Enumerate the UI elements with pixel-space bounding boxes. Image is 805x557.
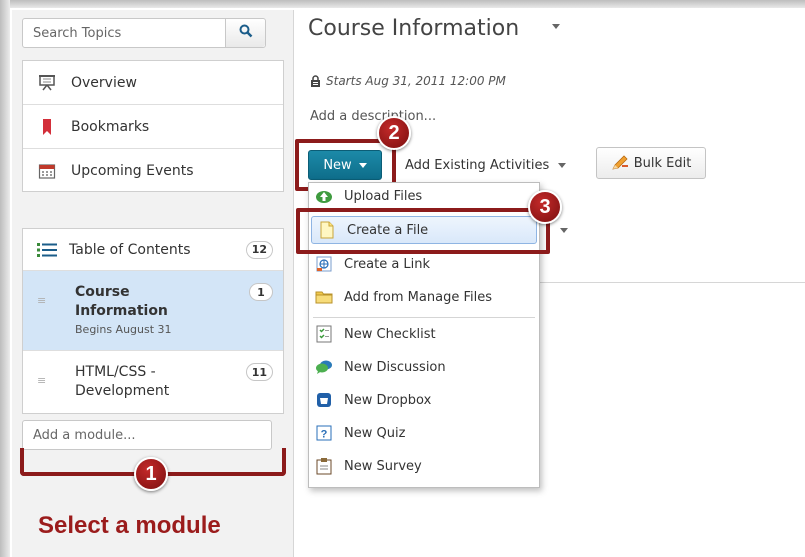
step-2-marker: 2 (377, 116, 411, 150)
search-box (22, 18, 266, 48)
menu-item-create-a-link[interactable]: Create a Link (309, 250, 539, 278)
menu-item-new-quiz[interactable]: ? New Quiz (309, 419, 539, 447)
add-description-link[interactable]: Add a description... (310, 109, 436, 124)
drag-handle-icon[interactable]: ≡ (37, 295, 46, 306)
discussion-icon (313, 356, 335, 378)
checklist-icon (313, 323, 335, 345)
start-date: Starts Aug 31, 2011 12:00 PM (310, 74, 506, 88)
menu-separator (313, 317, 535, 318)
page-title: Course Information (308, 16, 520, 41)
menu-item-add-from-manage-files[interactable]: Add from Manage Files (309, 283, 539, 311)
sidebar-item-upcoming-events[interactable]: Upcoming Events (23, 149, 283, 193)
menu-item-new-dropbox[interactable]: New Dropbox (309, 386, 539, 414)
drag-handle-icon[interactable]: ≡ (37, 375, 46, 386)
sidebar-item-label: Upcoming Events (71, 163, 194, 179)
menu-item-label: Create a Link (344, 256, 431, 272)
toc-label: Table of Contents (69, 241, 191, 258)
add-existing-activities-button[interactable]: Add Existing Activities (398, 150, 588, 180)
module-subtitle: Begins August 31 (75, 323, 172, 336)
menu-item-label: New Discussion (344, 359, 446, 375)
sidebar-item-label: Bookmarks (71, 118, 150, 135)
menu-item-label: New Quiz (344, 425, 406, 441)
module-title: HTML/CSS - Development (75, 364, 170, 399)
callout-box-step-3 (296, 208, 550, 254)
chevron-down-icon (558, 162, 567, 168)
start-date-text: Starts Aug 31, 2011 12:00 PM (326, 74, 506, 88)
module-count-badge: 11 (245, 363, 273, 381)
menu-item-new-survey[interactable]: New Survey (309, 452, 539, 480)
overview-icon (37, 73, 57, 93)
survey-icon (313, 455, 335, 477)
search-icon (239, 24, 253, 42)
menu-item-label: New Survey (344, 458, 422, 474)
menu-item-new-checklist[interactable]: New Checklist (309, 320, 539, 348)
window-frame-left (0, 0, 10, 557)
upload-icon (313, 185, 335, 207)
pencil-icon (611, 155, 629, 171)
add-existing-label: Add Existing Activities (405, 157, 550, 173)
add-module-input[interactable] (22, 420, 272, 450)
quiz-icon: ? (313, 422, 335, 444)
calendar-icon (37, 161, 57, 181)
bulk-edit-label: Bulk Edit (633, 155, 692, 171)
lock-icon (310, 75, 321, 87)
step-3-marker: 3 (528, 190, 562, 224)
link-icon (313, 253, 335, 275)
svg-text:?: ? (321, 429, 328, 441)
folder-icon (313, 286, 335, 308)
nav-panel: Overview Bookmarks Upcoming Events (22, 60, 284, 192)
divider (540, 282, 805, 283)
menu-item-label: New Checklist (344, 326, 436, 342)
table-of-contents-panel: Table of Contents 12 ≡ Course Informatio… (22, 228, 284, 414)
menu-item-upload-files[interactable]: Upload Files (309, 183, 539, 209)
dropbox-icon (313, 389, 335, 411)
step-1-marker: 1 (134, 457, 168, 491)
sidebar-item-bookmarks[interactable]: Bookmarks (23, 105, 283, 149)
module-item-html-css[interactable]: ≡ HTML/CSS - Development 11 (23, 351, 283, 423)
window-frame-top (0, 0, 805, 8)
sidebar-item-label: Overview (71, 74, 137, 91)
list-icon (37, 242, 57, 258)
bookmark-icon (37, 117, 57, 137)
module-count-badge: 1 (249, 283, 273, 301)
menu-item-label: Upload Files (344, 188, 423, 204)
search-input[interactable] (23, 19, 225, 47)
sidebar-item-overview[interactable]: Overview (23, 61, 283, 105)
title-dropdown-icon[interactable] (552, 24, 560, 29)
chevron-down-icon (560, 228, 568, 233)
select-module-caption: Select a module (38, 512, 221, 539)
search-button[interactable] (225, 19, 265, 47)
toc-header[interactable]: Table of Contents 12 (23, 229, 283, 271)
bulk-edit-button[interactable]: Bulk Edit (596, 147, 706, 179)
menu-item-new-discussion[interactable]: New Discussion (309, 353, 539, 381)
toc-count-badge: 12 (245, 240, 273, 259)
module-item-course-information[interactable]: ≡ Course Information Begins August 31 1 (23, 271, 283, 351)
module-title: Course Information (75, 284, 168, 319)
menu-item-label: New Dropbox (344, 392, 432, 408)
menu-item-label: Add from Manage Files (344, 289, 492, 305)
